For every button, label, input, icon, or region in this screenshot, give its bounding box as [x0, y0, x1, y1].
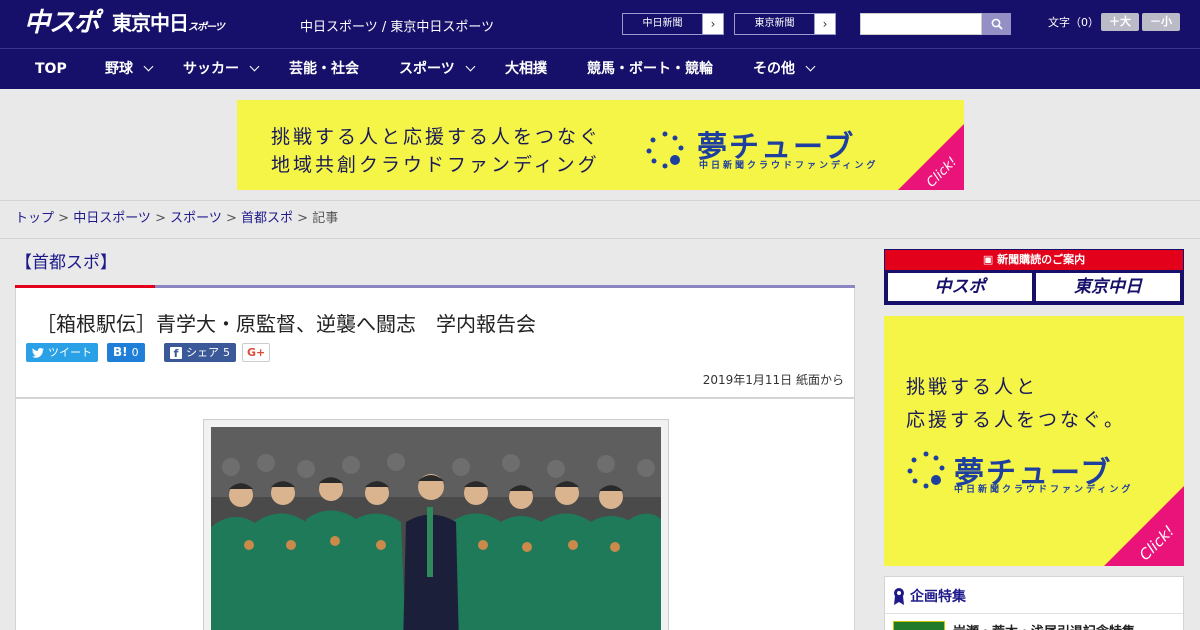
feature-thumbnail[interactable]: [893, 621, 945, 630]
hatena-count: 0: [131, 346, 139, 359]
chevron-down-icon: [143, 61, 154, 72]
banner-area: 挑戦する人と応援する人をつなぐ 地域共創クラウドファンディング 夢チューブ 中日…: [0, 89, 1200, 201]
side-ad-line2: 応援する人をつなぐ。: [906, 409, 1127, 431]
google-plus-icon: G+: [247, 346, 266, 359]
tokyo-shimbun-label: 東京新聞: [735, 14, 815, 34]
dots-logo-icon: [646, 131, 684, 169]
article-title: ［箱根駅伝］青学大・原監督、逆襲へ闘志 学内報告会: [36, 312, 536, 336]
main-nav: TOP 野球 サッカー 芸能・社会 スポーツ 大相撲 競馬・ボート・競輪 その他: [0, 48, 1200, 89]
side-ad-line1: 挑戦する人と: [906, 376, 1039, 398]
search-button[interactable]: [982, 13, 1011, 35]
nav-item-soccer[interactable]: サッカー: [183, 49, 260, 89]
font-larger-button[interactable]: ＋大: [1101, 13, 1139, 31]
sidebar-crowdfunding-ad[interactable]: 挑戦する人と 応援する人をつなぐ。 夢チューブ 中日新聞クラウドファンディング …: [884, 316, 1184, 566]
hatena-bookmark-button[interactable]: B! 0: [107, 343, 145, 362]
nav-item-label: 芸能・社会: [289, 61, 359, 77]
article-date: 2019年1月11日 紙面から: [702, 373, 844, 387]
breadcrumb-link-sports[interactable]: スポーツ: [170, 211, 222, 226]
section-label: 【首都スポ】: [15, 253, 117, 273]
nav-item-label: サッカー: [183, 61, 239, 77]
feature-box: 企画特集 岩瀬・荒木・浅尾引退記念特集: [884, 576, 1184, 630]
nav-item-label: スポーツ: [399, 61, 455, 77]
tweet-button[interactable]: ツイート: [26, 343, 98, 362]
nav-item-label: 野球: [105, 61, 133, 77]
subscribe-tokyo-chunichi-button[interactable]: 東京中日: [1036, 273, 1180, 301]
newspaper-icon: ▣: [982, 253, 994, 266]
chevron-right-icon: ›: [710, 17, 716, 31]
tokyo-shimbun-button[interactable]: 東京新聞 ›: [734, 13, 836, 35]
search-box: [860, 13, 1011, 35]
nav-item-sports[interactable]: スポーツ: [399, 49, 476, 89]
feature-head-label: 企画特集: [910, 589, 966, 605]
nav-item-entertainment[interactable]: 芸能・社会: [289, 49, 359, 89]
article-body: [15, 398, 855, 630]
crowdfunding-banner[interactable]: 挑戦する人と応援する人をつなぐ 地域共創クラウドファンディング 夢チューブ 中日…: [237, 100, 964, 190]
site-names[interactable]: 中日スポーツ / 東京中日スポーツ: [300, 16, 494, 35]
chunichi-shimbun-button[interactable]: 中日新聞 ›: [622, 13, 724, 35]
tokyo-chunichi-logo-sub: スポーツ: [188, 22, 225, 33]
font-smaller-button[interactable]: －小: [1142, 13, 1180, 31]
nav-item-other[interactable]: その他: [753, 49, 816, 89]
breadcrumb-link-chunichi-sports[interactable]: 中日スポーツ: [73, 211, 151, 226]
facebook-share-button[interactable]: f シェア 5: [164, 343, 236, 362]
ribbon-icon: [894, 588, 904, 605]
subscription-head-label: 新聞購読のご案内: [997, 253, 1086, 266]
feature-item-link[interactable]: 岩瀬・荒木・浅尾引退記念特集: [953, 621, 1135, 630]
chuspo-logo[interactable]: 中スポ: [24, 8, 100, 38]
banner-brand-sub: 中日新聞クラウドファンディング: [699, 161, 879, 171]
chevron-right-icon: ›: [822, 17, 828, 31]
font-size-label: 文字（0）: [1048, 16, 1099, 29]
nav-item-baseball[interactable]: 野球: [105, 49, 154, 89]
facebook-icon: f: [170, 346, 182, 360]
breadcrumb-current: 記事: [312, 211, 339, 226]
breadcrumb: トップ > 中日スポーツ > スポーツ > 首都スポ > 記事: [0, 201, 1200, 239]
subscription-head: ▣ 新聞購読のご案内: [885, 250, 1183, 270]
tweet-label: ツイート: [48, 346, 92, 359]
nav-item-label: その他: [753, 61, 795, 77]
chevron-down-icon: [805, 61, 816, 72]
subscribe-chuspo-button[interactable]: 中スポ: [888, 273, 1032, 301]
nav-item-label: 大相撲: [505, 61, 547, 77]
search-icon: [991, 18, 1003, 30]
breadcrumb-link-top[interactable]: トップ: [15, 211, 54, 226]
tokyo-chunichi-logo[interactable]: 東京中日スポーツ: [112, 11, 225, 40]
hatena-b-icon: B!: [113, 345, 128, 359]
banner-line1: 挑戦する人と応援する人をつなぐ: [271, 126, 602, 148]
article-header: ［箱根駅伝］青学大・原監督、逆襲へ闘志 学内報告会 ツイート B! 0 f シェ…: [15, 288, 855, 398]
facebook-share-label: シェア: [186, 346, 219, 359]
feature-head: 企画特集: [893, 586, 966, 606]
chevron-down-icon: [249, 61, 260, 72]
search-input[interactable]: [860, 13, 982, 35]
nav-item-racing[interactable]: 競馬・ボート・競輪: [587, 49, 713, 89]
banner-line2: 地域共創クラウドファンディング: [271, 154, 600, 176]
google-plus-button[interactable]: G+: [242, 343, 271, 362]
team-photo-illustration: [211, 427, 661, 630]
chunichi-shimbun-label: 中日新聞: [623, 14, 703, 34]
feature-divider: [885, 613, 1183, 614]
facebook-share-count: 5: [223, 346, 230, 359]
tokyo-chunichi-logo-text: 東京中日: [112, 11, 189, 35]
nav-item-label: TOP: [35, 61, 67, 77]
nav-item-top[interactable]: TOP: [35, 49, 67, 89]
article-photo[interactable]: [211, 427, 661, 630]
twitter-icon: [32, 347, 44, 358]
top-header: 中スポ 東京中日スポーツ 中日スポーツ / 東京中日スポーツ 中日新聞 › 東京…: [0, 0, 1200, 48]
nav-item-label: 競馬・ボート・競輪: [587, 61, 713, 77]
breadcrumb-link-shuto-spo[interactable]: 首都スポ: [241, 211, 293, 226]
subscription-logos: 中スポ 東京中日: [885, 270, 1183, 304]
subscription-box: ▣ 新聞購読のご案内 中スポ 東京中日: [884, 249, 1184, 305]
article-photo-frame: [203, 419, 669, 630]
nav-item-sumo[interactable]: 大相撲: [505, 49, 547, 89]
chevron-down-icon: [465, 61, 476, 72]
dots-logo-icon: [907, 451, 945, 489]
